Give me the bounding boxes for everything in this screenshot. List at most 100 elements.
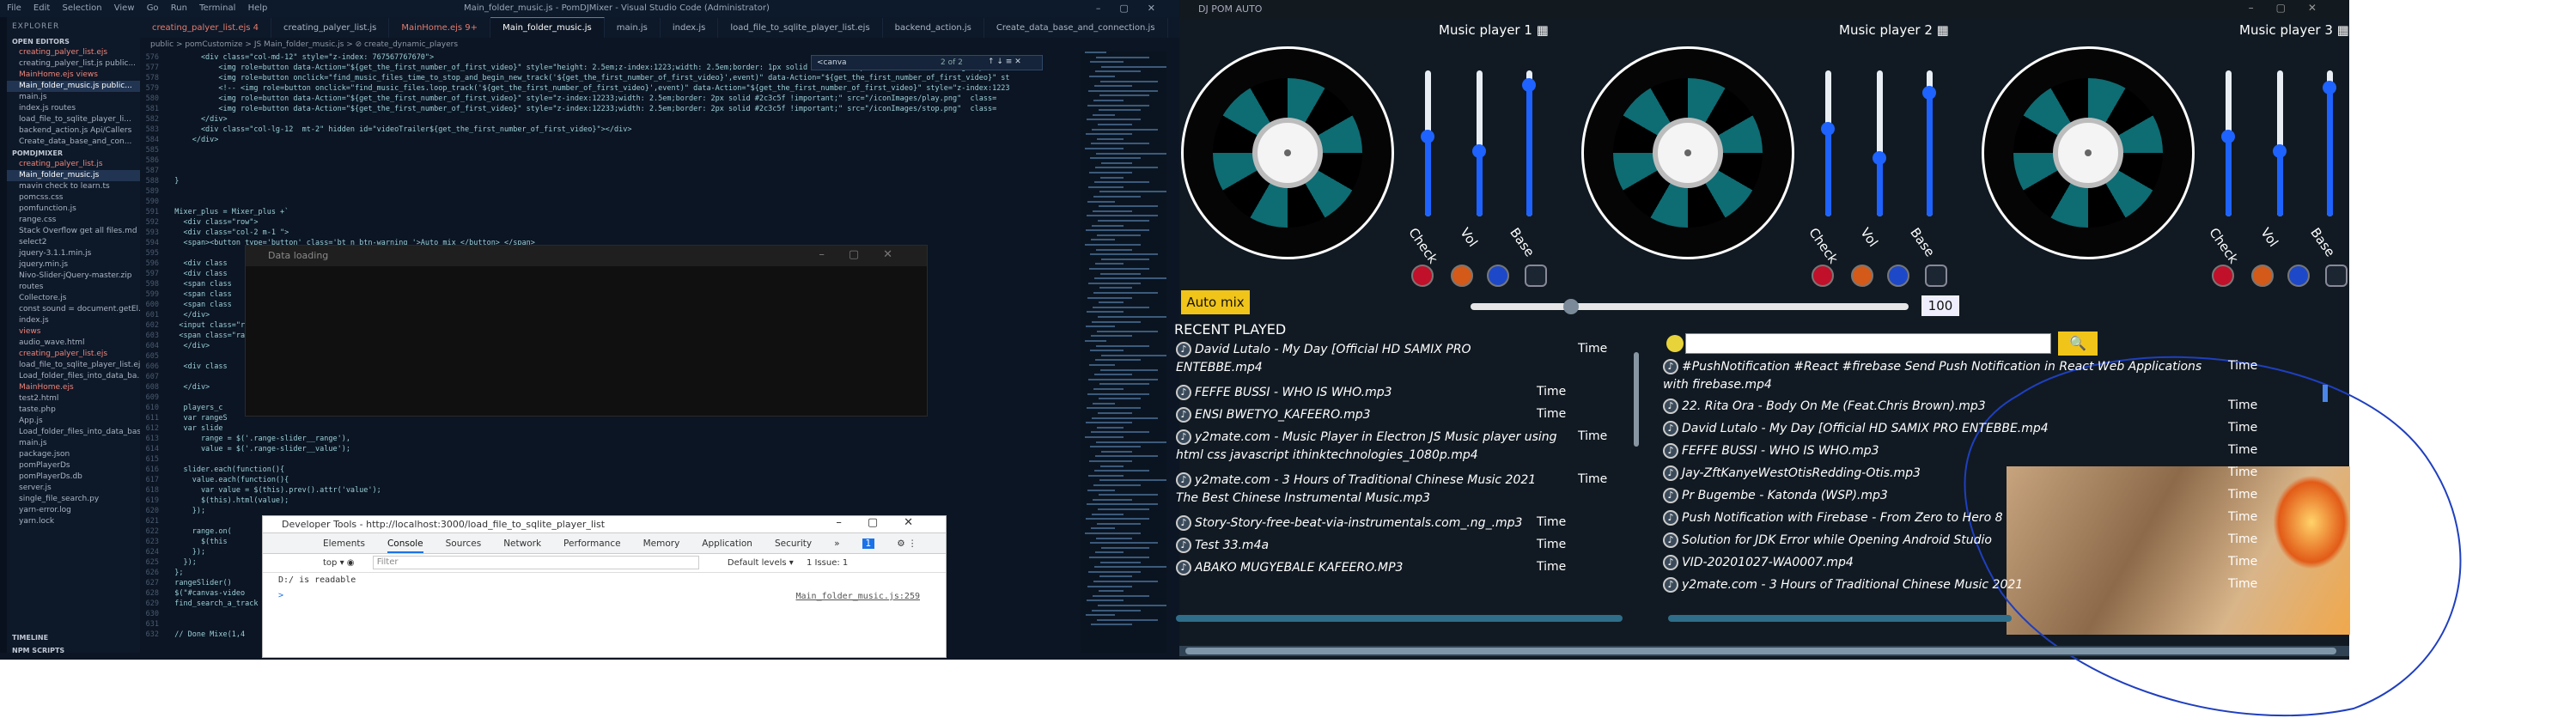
slider-check[interactable]	[2221, 70, 2235, 216]
slider-knob[interactable]	[2323, 81, 2336, 95]
file-item[interactable]: main.js	[7, 438, 140, 449]
slider-knob[interactable]	[1522, 78, 1536, 92]
slider-vol[interactable]	[1873, 70, 1886, 216]
loop-icon[interactable]	[1451, 265, 1473, 287]
play-icon[interactable]	[1887, 265, 1909, 287]
code-line[interactable]	[166, 373, 192, 381]
tab-performance[interactable]: Performance	[563, 538, 621, 549]
code-line[interactable]: range.on(	[166, 527, 232, 536]
result-item[interactable]: ♪ 22. Rita Ora - Body On Me (Feat.Chris B…	[1663, 399, 1986, 414]
loop-icon[interactable]	[1851, 265, 1873, 287]
slider-knob[interactable]	[1922, 85, 1936, 100]
code-line[interactable]: <div class="col-lg-12 mt-2" hidden id="v…	[166, 125, 632, 134]
open-editor-item[interactable]: backend_action.js Api/Callers	[7, 125, 140, 137]
slider-check[interactable]	[1821, 70, 1835, 216]
open-editor-item[interactable]: creating_palyer_list.js public...	[7, 58, 140, 70]
open-editor-item[interactable]: creating_palyer_list.ejs	[7, 47, 140, 58]
console-log-source[interactable]: Main_folder_music.js:259	[796, 592, 921, 601]
file-item[interactable]: select2	[7, 237, 140, 248]
eye-icon[interactable]: ◉	[347, 558, 355, 568]
code-line[interactable]: var value = $(this).prev().attr('value')…	[166, 486, 381, 495]
slider-vol[interactable]	[2273, 70, 2287, 216]
code-line[interactable]: });	[166, 558, 196, 567]
result-item[interactable]: ♪ FEFFE BUSSI - WHO IS WHO.mp3	[1663, 443, 1879, 459]
open-editor-item[interactable]: MainHome.ejs views	[7, 70, 140, 81]
tab-mainhome-ejs[interactable]: MainHome.ejs 9+	[389, 18, 491, 38]
recent-item[interactable]: ♪ y2mate.com - Music Player in Electron J…	[1176, 429, 1557, 445]
record-icon[interactable]	[1411, 265, 1434, 287]
open-editors-header[interactable]: OPEN EDITORS	[7, 36, 140, 47]
recent-scrollbar[interactable]	[1634, 352, 1639, 447]
code-line[interactable]: players_c	[166, 404, 222, 412]
file-item[interactable]: Load_folder_files_into_data_base...	[7, 427, 140, 438]
recent-hscroll[interactable]	[1176, 615, 1623, 622]
menu-go[interactable]: Go	[147, 3, 159, 13]
file-item[interactable]: pomcss.css	[7, 192, 140, 204]
tab-security[interactable]: Security	[775, 538, 812, 549]
tab-main-js[interactable]: main.js	[605, 18, 661, 38]
code-line[interactable]: <img role=button data-Action="${get_the_…	[166, 94, 996, 103]
results-vscroll[interactable]	[2323, 385, 2328, 402]
recent-item[interactable]: ♪ ABAKO MUGYEBALE KAFEERO.MP3	[1176, 560, 1403, 575]
result-item[interactable]: ♪ Solution for JDK Error while Opening An…	[1663, 532, 1992, 548]
code-line[interactable]: });	[166, 507, 205, 515]
code-line[interactable]: </div>	[166, 342, 210, 350]
code-line[interactable]: <div class	[166, 362, 227, 371]
tab-application[interactable]: Application	[702, 538, 752, 549]
file-item[interactable]: test2.html	[7, 393, 140, 405]
recent-item-cont[interactable]: The Best Chinese Instrumental Music.mp3	[1176, 491, 1430, 505]
slider-vol[interactable]	[1472, 70, 1486, 216]
vinyl-record[interactable]	[1581, 46, 1794, 259]
file-item[interactable]: pomPlayerDs	[7, 460, 140, 472]
vinyl-record[interactable]	[1181, 46, 1394, 259]
dj-window-controls[interactable]: –▢✕	[2249, 2, 2339, 14]
file-item[interactable]: pomfunction.js	[7, 204, 140, 215]
file-item[interactable]: creating_palyer_list.ejs	[7, 349, 140, 360]
recent-item[interactable]: ♪ ENSI BWETYO_KAFEERO.mp3	[1176, 407, 1371, 423]
code-line[interactable]: value.each(function(){	[166, 476, 289, 484]
code-line[interactable]: <div class="row">	[166, 218, 258, 227]
code-line[interactable]: value = $('.range-slider__value');	[166, 445, 350, 453]
tab-creating-palyer-list-ejs[interactable]: creating_palyer_list.ejs 4	[140, 18, 272, 38]
code-line[interactable]: $("#canvas-video	[166, 589, 245, 598]
devtools-window-controls[interactable]: –▢✕	[836, 516, 939, 529]
tab-load-file-ejs[interactable]: load_file_to_sqlite_player_list.ejs	[718, 18, 883, 38]
search-button[interactable]: 🔍	[2058, 332, 2098, 356]
record-icon[interactable]	[1812, 265, 1834, 287]
slider-knob[interactable]	[1873, 151, 1886, 165]
file-item[interactable]: App.js	[7, 416, 140, 427]
open-editor-item[interactable]: index.js routes	[7, 103, 140, 114]
menu-selection[interactable]: Selection	[62, 3, 101, 13]
menu-file[interactable]: File	[7, 3, 21, 13]
slider-knob[interactable]	[1472, 143, 1486, 158]
result-item[interactable]: ♪ Pr Bugembe - Katonda (WSP).mp3	[1663, 488, 1888, 503]
result-item[interactable]: ♪ y2mate.com - 3 Hours of Traditional Chi…	[1663, 577, 2023, 593]
code-line[interactable]: </div>	[166, 383, 210, 392]
file-item[interactable]: Load_folder_files_into_data_ba...	[7, 371, 140, 382]
filter-input[interactable]: Filter	[372, 556, 699, 569]
tab-main-folder-music-js[interactable]: Main_folder_music.js	[490, 17, 605, 38]
recent-item[interactable]: ♪ Test 33.m4a	[1176, 538, 1269, 553]
recent-item[interactable]: ♪ FEFFE BUSSI - WHO IS WHO.mp3	[1176, 385, 1392, 400]
file-item[interactable]: server.js	[7, 483, 140, 494]
slider-base[interactable]	[1922, 70, 1936, 216]
file-item[interactable]: yarn.lock	[7, 516, 140, 527]
menu-edit[interactable]: Edit	[33, 3, 50, 13]
menu-help[interactable]: Help	[248, 3, 268, 13]
slider-knob[interactable]	[2221, 129, 2235, 143]
record-icon[interactable]	[2212, 265, 2234, 287]
file-item[interactable]: load_file_to_sqlite_player_list.ejs	[7, 360, 140, 371]
bottom-scroll-thumb[interactable]	[1185, 648, 2336, 654]
stop-icon[interactable]	[2325, 265, 2348, 287]
file-item[interactable]: yarn-error.log	[7, 505, 140, 516]
code-line[interactable]: <img role=button onclick="find_music_fil…	[166, 74, 1009, 82]
code-line[interactable]: <span class	[166, 301, 231, 309]
issue-badge[interactable]: 1	[862, 538, 875, 549]
slider-check[interactable]	[1421, 70, 1434, 216]
slider-knob[interactable]	[1421, 129, 1434, 143]
file-item[interactable]: MainHome.ejs	[7, 382, 140, 393]
stop-icon[interactable]	[1525, 265, 1547, 287]
code-line[interactable]: </div>	[166, 311, 210, 319]
data-loading-window-controls[interactable]: –▢✕	[819, 248, 917, 261]
code-line[interactable]: <div class	[166, 259, 227, 268]
